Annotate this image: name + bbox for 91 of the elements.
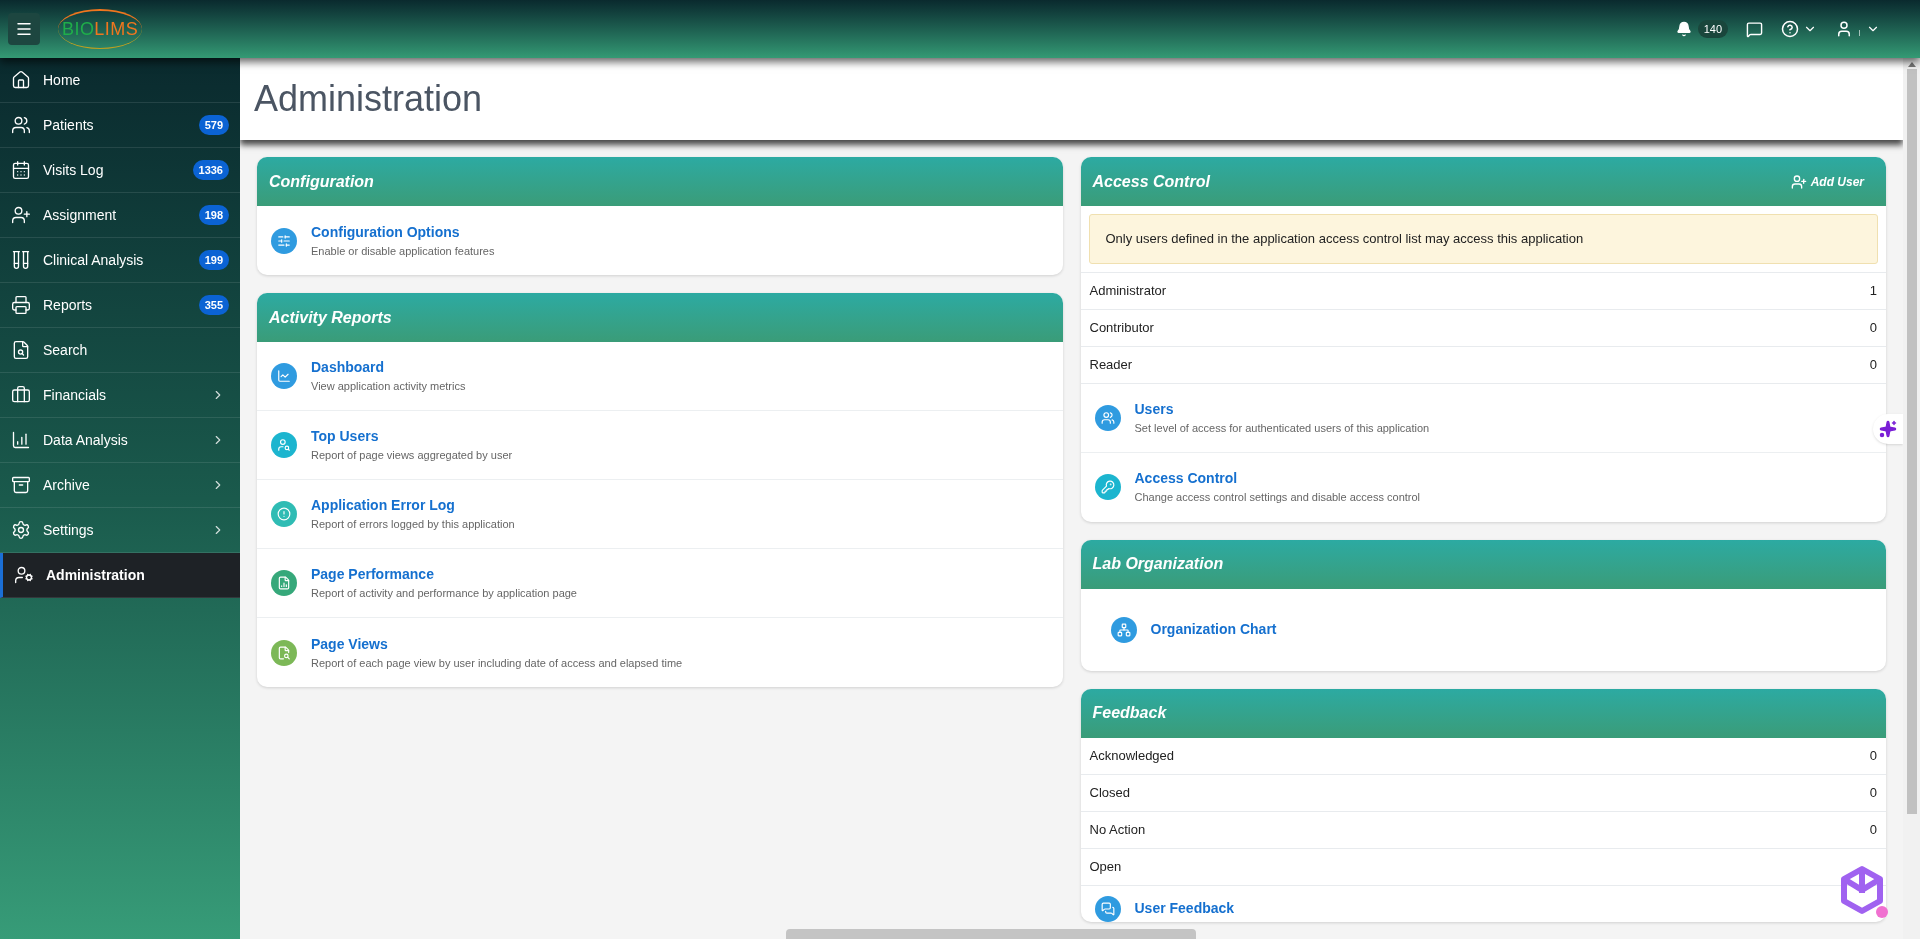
link-description: Change access control settings and disable access control [1134, 490, 1421, 506]
count-value: 0 [1869, 820, 1877, 839]
panel-title: Access Control [1092, 171, 1210, 192]
sidebar-item[interactable]: Clinical Analysis 199 [0, 238, 240, 283]
sidebar-label: Reports [43, 295, 94, 315]
sidebar-label: Archive [43, 475, 91, 495]
link-title[interactable]: Configuration Options [311, 221, 495, 243]
settings-icon [11, 520, 31, 540]
sidebar-item[interactable]: Data Analysis [0, 418, 240, 463]
panel-title: Configuration [269, 171, 374, 192]
users-icon [11, 115, 31, 135]
briefcase-icon [11, 385, 31, 405]
bell-icon[interactable] [1675, 21, 1692, 37]
notification-count: 140 [1697, 19, 1728, 39]
link-description: Report of each page view by user including date of access and elapsed time [311, 655, 683, 671]
sidebar-item[interactable]: Assignment 198 [0, 193, 240, 238]
sidebar-label: Clinical Analysis [43, 250, 145, 270]
count-value: 0 [1869, 783, 1877, 802]
count-value: 1 [1869, 281, 1877, 300]
sidebar-label: Home [43, 70, 82, 90]
user-plus-icon [1790, 173, 1807, 190]
panel-title: Lab Organization [1092, 554, 1224, 574]
link-description: Report of errors logged by this application [311, 517, 515, 533]
sidebar-item[interactable]: Administration [0, 553, 240, 598]
sidebar-label: Administration [46, 565, 146, 585]
link-description: View application activity metrics [311, 379, 466, 395]
scroll-up-arrow-icon[interactable] [1907, 62, 1916, 67]
bar-chart-icon [11, 430, 31, 450]
link-title[interactable]: User Feedback [1134, 898, 1235, 919]
count-badge: 199 [198, 249, 229, 271]
sidebar-item[interactable]: Financials [0, 373, 240, 418]
count-badge: 355 [198, 294, 229, 316]
link-title[interactable]: Users [1134, 398, 1430, 420]
sidebar-item[interactable]: Search [0, 328, 240, 373]
sparkle-button[interactable] [1873, 414, 1903, 444]
chat-icon[interactable] [1746, 20, 1763, 38]
sidebar-label: Assignment [43, 205, 118, 225]
count-label: Acknowledged [1089, 746, 1175, 765]
sidebar-label: Visits Log [43, 160, 105, 180]
user-menu-button[interactable] [1835, 20, 1880, 38]
count-label: Open [1089, 857, 1122, 876]
sparkle-icon [1879, 420, 1897, 438]
page-title: Administration [254, 77, 483, 121]
info-alert: Only users defined in the application access control list may access this application [1088, 214, 1878, 264]
help-icon [1781, 20, 1799, 38]
link-title[interactable]: Dashboard [311, 357, 466, 379]
menu-icon [15, 20, 33, 38]
sidebar-item[interactable]: Visits Log 1336 [0, 148, 240, 193]
sidebar-label: Search [43, 340, 89, 360]
sidebar-item[interactable]: Reports 355 [0, 283, 240, 328]
count-label: Reader [1089, 355, 1133, 374]
link-title[interactable]: Access Control [1134, 468, 1421, 490]
count-value: 0 [1869, 318, 1877, 337]
link-title[interactable]: Page Views [311, 633, 683, 655]
count-badge: 579 [198, 114, 229, 136]
help-menu-button[interactable] [1781, 20, 1817, 38]
sidebar-item[interactable]: Archive [0, 463, 240, 508]
link-title[interactable]: Top Users [311, 426, 513, 448]
user-plus-icon [11, 205, 31, 225]
printer-icon [11, 295, 31, 315]
logo: BIOLIMS [58, 9, 143, 49]
count-label: Closed [1089, 783, 1130, 802]
sidebar-label: Financials [43, 385, 108, 405]
scrollbar-thumb[interactable] [1906, 69, 1917, 814]
link-description: Enable or disable application features [311, 243, 495, 259]
count-label: No Action [1089, 820, 1146, 839]
menu-button[interactable] [8, 13, 40, 45]
sidebar-label: Data Analysis [43, 430, 129, 450]
link-title[interactable]: Application Error Log [311, 495, 515, 517]
count-badge: 198 [198, 204, 229, 226]
count-value: 0 [1869, 746, 1877, 765]
sidebar-label: Patients [43, 115, 95, 135]
archive-icon [11, 475, 31, 495]
count-label: Administrator [1089, 281, 1167, 300]
link-title[interactable]: Page Performance [311, 564, 577, 586]
search-icon [11, 340, 31, 360]
calendar-icon [11, 160, 31, 180]
link-description: Report of activity and performance by application page [311, 586, 577, 602]
user-icon [1835, 20, 1853, 38]
count-label: Contributor [1089, 318, 1154, 337]
home-icon [11, 70, 31, 90]
test-tubes-icon [11, 250, 31, 270]
sidebar-label: Settings [43, 520, 95, 540]
link-description: Report of page views aggregated by user [311, 448, 513, 464]
panel-title: Activity Reports [269, 307, 392, 328]
link-title[interactable]: Organization Chart [1150, 619, 1277, 640]
link-description: Set level of access for authenticated users of this application [1134, 420, 1430, 436]
panel-title: Feedback [1092, 703, 1167, 723]
count-badge: 1336 [192, 159, 229, 181]
sidebar-item[interactable]: Patients 579 [0, 103, 240, 148]
count-value: 0 [1869, 355, 1877, 374]
